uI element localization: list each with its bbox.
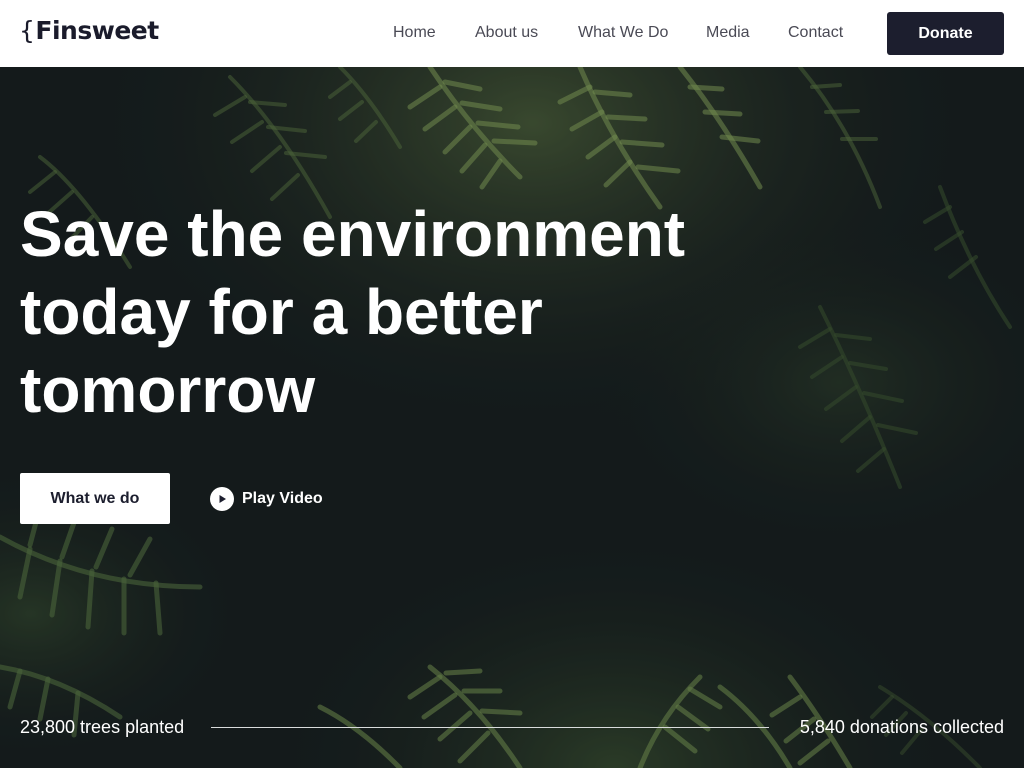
nav-media[interactable]: Media [706, 24, 750, 42]
play-icon [210, 487, 234, 511]
play-video-button[interactable]: Play Video [210, 487, 323, 511]
hero-section: Save the environment today for a better … [0, 67, 1024, 768]
nav-what-we-do[interactable]: What We Do [578, 24, 668, 42]
nav-home[interactable]: Home [393, 24, 436, 42]
nav-contact[interactable]: Contact [788, 24, 843, 42]
main-nav: Home About us What We Do Media Contact [0, 0, 1024, 67]
hero-headline: Save the environment today for a better … [20, 198, 686, 426]
trees-planted-stat: 23,800 trees planted [20, 717, 185, 737]
donate-button[interactable]: Donate [887, 12, 1004, 55]
what-we-do-button[interactable]: What we do [20, 473, 170, 524]
nav-about-us[interactable]: About us [475, 24, 538, 42]
play-video-label: Play Video [242, 490, 323, 507]
stats-divider [211, 727, 769, 728]
donations-collected-stat: 5,840 donations collected [799, 717, 1004, 737]
site-header: {Finsweet Home About us What We Do Media… [0, 0, 1024, 67]
